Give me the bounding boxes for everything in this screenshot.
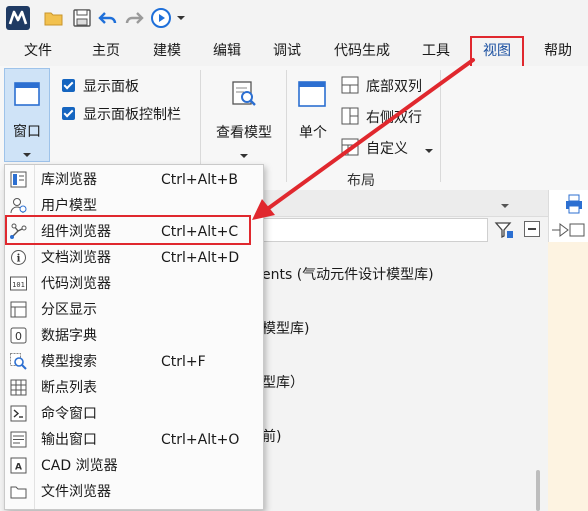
arrow-shaft [264, 58, 475, 212]
arrow-head [252, 199, 275, 220]
annotation-arrow [252, 58, 475, 220]
